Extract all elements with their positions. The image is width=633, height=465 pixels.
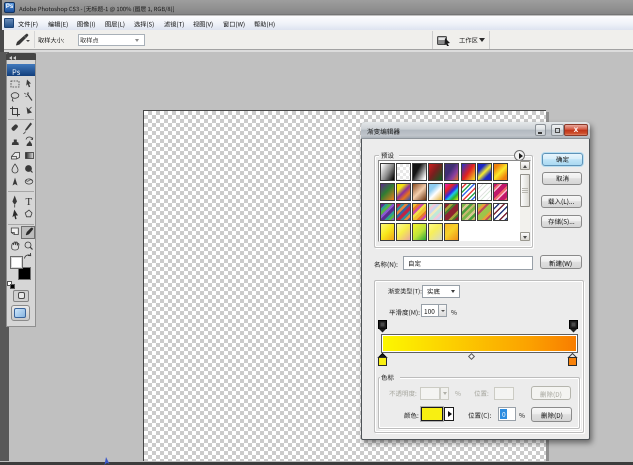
svg-text:T: T <box>26 197 33 208</box>
